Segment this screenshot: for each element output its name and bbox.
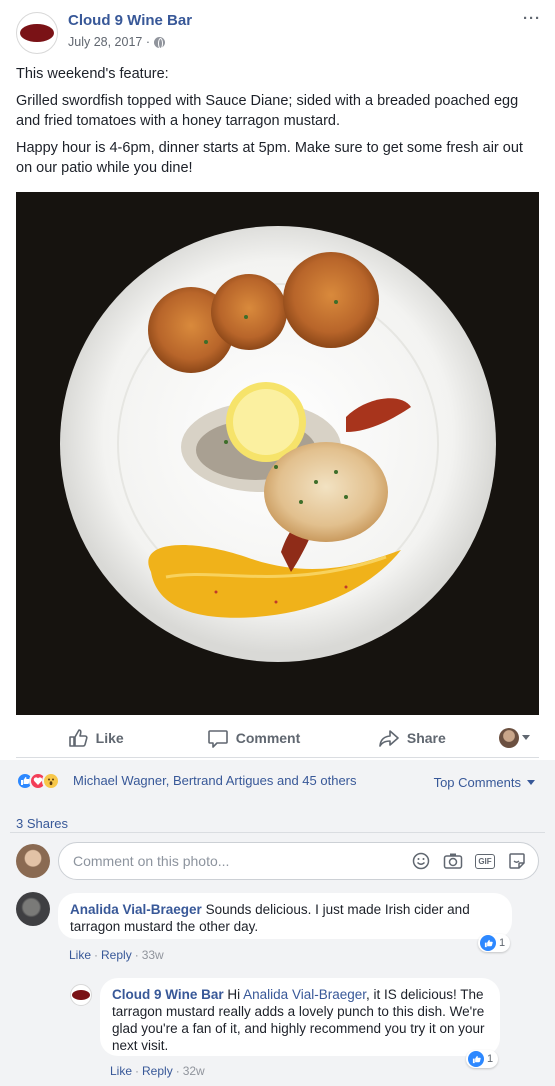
- reaction-icons[interactable]: [16, 772, 60, 790]
- emoji-icon[interactable]: [410, 851, 432, 871]
- post-line-3: Happy hour is 4-6pm, dinner starts at 5p…: [16, 140, 523, 176]
- gif-icon[interactable]: GIF: [474, 851, 496, 871]
- comment-placeholder: Comment on this photo...: [73, 853, 230, 869]
- gif-label: GIF: [475, 853, 495, 869]
- chevron-down-icon: [527, 780, 535, 785]
- post-action-bar: Like Comment Share: [16, 718, 539, 758]
- react-as-selector[interactable]: [491, 727, 539, 748]
- comment-time[interactable]: 33w: [142, 948, 164, 962]
- thumbs-up-icon: [68, 728, 88, 747]
- cloud9-logo: [20, 24, 54, 42]
- user-avatar-small: [499, 727, 520, 748]
- reply-like-link[interactable]: Like: [110, 1064, 132, 1078]
- comment-like-count[interactable]: 1: [478, 934, 511, 952]
- post-line-1: This weekend's feature:: [16, 66, 169, 82]
- comment-label: Comment: [235, 729, 301, 746]
- comment-bubble: Analida Vial-Braeger Sounds delicious. I…: [58, 893, 512, 939]
- sticker-icon[interactable]: [506, 851, 528, 871]
- comment-sort-label: Top Comments: [433, 775, 521, 790]
- post-date[interactable]: July 28, 2017 ·: [68, 35, 150, 49]
- reply-author-link[interactable]: Cloud 9 Wine Bar: [112, 987, 224, 1002]
- like-reaction-icon: [468, 1051, 484, 1067]
- food-plate-illustration: [16, 192, 539, 715]
- facebook-post: Cloud 9 Wine Bar July 28, 2017 · ··· Thi…: [0, 0, 555, 1086]
- wow-reaction-icon: [42, 772, 60, 790]
- chevron-down-icon: [522, 735, 531, 740]
- like-count: 1: [487, 1053, 494, 1065]
- share-button[interactable]: Share: [333, 727, 491, 749]
- comment-like-link[interactable]: Like: [69, 948, 91, 962]
- page-name-link[interactable]: Cloud 9 Wine Bar: [68, 12, 192, 29]
- reply-bubble: Cloud 9 Wine Bar Hi Analida Vial-Braeger…: [100, 978, 500, 1056]
- cloud9-logo: [72, 990, 90, 1000]
- like-count: 1: [499, 937, 506, 949]
- reaction-names-link[interactable]: Michael Wagner, Bertrand Artigues and 45…: [73, 773, 357, 788]
- reply-meta: Like · Reply · 32w: [110, 1064, 205, 1078]
- share-label: Share: [406, 729, 446, 746]
- divider: [10, 832, 545, 833]
- like-reaction-icon: [480, 935, 496, 951]
- like-button[interactable]: Like: [16, 727, 174, 749]
- comment-icon: [207, 729, 228, 748]
- comment-input[interactable]: Comment on this photo... GIF: [58, 842, 539, 880]
- reply-like-count[interactable]: 1: [466, 1050, 499, 1068]
- share-arrow-icon: [379, 729, 399, 747]
- shares-count-link[interactable]: 3 Shares: [16, 816, 68, 831]
- comment-sort-dropdown[interactable]: Top Comments: [434, 775, 535, 790]
- reply-author-avatar[interactable]: [70, 984, 92, 1006]
- comment-reply-link[interactable]: Reply: [101, 948, 132, 962]
- post-meta: July 28, 2017 ·: [68, 35, 165, 49]
- camera-icon[interactable]: [442, 851, 464, 871]
- reply-reply-link[interactable]: Reply: [142, 1064, 173, 1078]
- post-footer: Michael Wagner, Bertrand Artigues and 45…: [0, 760, 555, 1086]
- reply-text-start: Hi: [223, 987, 244, 1002]
- post-line-2: Grilled swordfish topped with Sauce Dian…: [16, 93, 519, 129]
- current-user-avatar[interactable]: [16, 844, 50, 878]
- comment-author-link[interactable]: Analida Vial-Braeger: [70, 902, 202, 917]
- post-photo[interactable]: [16, 192, 539, 715]
- globe-icon: [154, 36, 165, 49]
- composer-icons: GIF: [410, 851, 528, 871]
- commenter-avatar[interactable]: [16, 892, 50, 926]
- page-avatar[interactable]: [16, 12, 58, 54]
- comment-meta: Like · Reply · 33w: [69, 948, 164, 962]
- post-text: This weekend's feature: Grilled swordfis…: [16, 64, 541, 185]
- reply-time[interactable]: 32w: [183, 1064, 205, 1078]
- comment-button[interactable]: Comment: [174, 727, 332, 749]
- more-options-icon[interactable]: ···: [523, 10, 541, 27]
- like-label: Like: [95, 729, 124, 746]
- reply-mention-link[interactable]: Analida Vial-Braeger: [243, 987, 366, 1002]
